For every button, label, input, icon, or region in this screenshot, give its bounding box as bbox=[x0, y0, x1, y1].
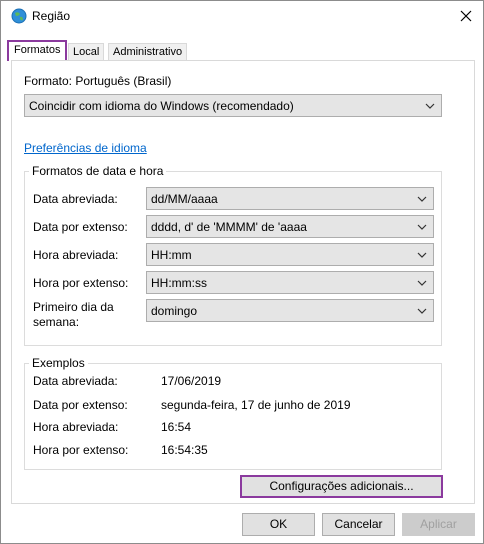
long-date-label: Data por extenso: bbox=[33, 220, 128, 234]
apply-button[interactable]: Aplicar bbox=[402, 513, 475, 536]
long-date-select[interactable]: dddd, d' de 'MMMM' de 'aaaa bbox=[146, 215, 434, 238]
long-time-label: Hora por extenso: bbox=[33, 276, 129, 290]
region-dialog: Região Formatos Local Administrativo For… bbox=[0, 0, 484, 544]
cancel-button[interactable]: Cancelar bbox=[322, 513, 395, 536]
globe-icon bbox=[11, 8, 27, 24]
first-day-select[interactable]: domingo bbox=[146, 299, 434, 322]
short-time-label: Hora abreviada: bbox=[33, 248, 119, 262]
short-date-select[interactable]: dd/MM/aaaa bbox=[146, 187, 434, 210]
format-select-value: Coincidir com idioma do Windows (recomen… bbox=[29, 99, 294, 113]
formats-panel: Formato: Português (Brasil) Coincidir co… bbox=[11, 60, 475, 504]
chevron-down-icon bbox=[417, 252, 427, 258]
long-time-select[interactable]: HH:mm:ss bbox=[146, 271, 434, 294]
title-bar: Região bbox=[1, 1, 483, 31]
examples-title: Exemplos bbox=[29, 356, 88, 370]
example-short-time-value: 16:54 bbox=[161, 420, 192, 434]
chevron-down-icon bbox=[425, 103, 435, 109]
short-time-value: HH:mm bbox=[151, 248, 192, 262]
example-short-date-value: 17/06/2019 bbox=[161, 374, 222, 388]
long-date-value: dddd, d' de 'MMMM' de 'aaaa bbox=[151, 220, 307, 234]
long-time-value: HH:mm:ss bbox=[151, 276, 207, 290]
tab-local[interactable]: Local bbox=[68, 43, 105, 61]
chevron-down-icon bbox=[417, 196, 427, 202]
example-long-date-label: Data por extenso: bbox=[33, 398, 128, 412]
date-time-formats-group: Formatos de data e hora Data abreviada: … bbox=[24, 164, 442, 346]
window-title: Região bbox=[32, 9, 71, 23]
short-date-value: dd/MM/aaaa bbox=[151, 192, 218, 206]
ok-button[interactable]: OK bbox=[242, 513, 315, 536]
chevron-down-icon bbox=[417, 280, 427, 286]
chevron-down-icon bbox=[417, 308, 427, 314]
example-long-time-label: Hora por extenso: bbox=[33, 443, 129, 457]
examples-group: Exemplos Data abreviada: 17/06/2019 Data… bbox=[24, 356, 442, 470]
short-time-select[interactable]: HH:mm bbox=[146, 243, 434, 266]
language-preferences-link[interactable]: Preferências de idioma bbox=[24, 141, 147, 155]
example-long-time-value: 16:54:35 bbox=[161, 443, 208, 457]
chevron-down-icon bbox=[417, 224, 427, 230]
format-label: Formato: Português (Brasil) bbox=[24, 74, 172, 88]
tab-administrativo[interactable]: Administrativo bbox=[108, 43, 188, 61]
example-long-date-value: segunda-feira, 17 de junho de 2019 bbox=[161, 398, 351, 412]
date-time-formats-title: Formatos de data e hora bbox=[29, 164, 167, 178]
format-select[interactable]: Coincidir com idioma do Windows (recomen… bbox=[24, 94, 442, 117]
first-day-value: domingo bbox=[151, 304, 198, 318]
tab-formatos[interactable]: Formatos bbox=[7, 40, 68, 61]
first-day-label: Primeiro dia da semana: bbox=[33, 300, 114, 329]
close-button[interactable] bbox=[453, 5, 479, 27]
close-icon bbox=[460, 10, 472, 22]
example-short-time-label: Hora abreviada: bbox=[33, 420, 119, 434]
short-date-label: Data abreviada: bbox=[33, 192, 118, 206]
additional-settings-button[interactable]: Configurações adicionais... bbox=[240, 475, 443, 498]
example-short-date-label: Data abreviada: bbox=[33, 374, 118, 388]
